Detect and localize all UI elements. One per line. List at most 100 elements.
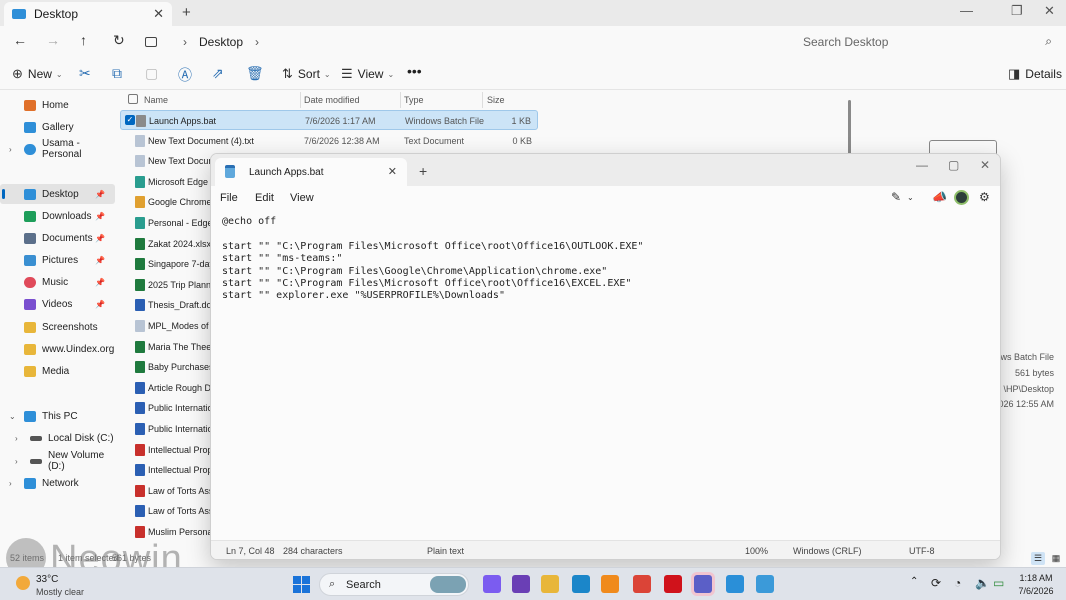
copilot-rewrite-icon[interactable]: ✎ — [891, 190, 901, 204]
restore-button[interactable]: ❐ — [1011, 3, 1023, 19]
chevron-down-icon[interactable]: ⌄ — [907, 193, 914, 202]
new-button[interactable]: ⊕ New ⌄ — [12, 66, 63, 82]
column-size[interactable]: Size — [487, 95, 505, 105]
avatar[interactable] — [954, 190, 969, 205]
view-button[interactable]: ☰ View ⌄ — [341, 66, 394, 82]
volume-icon[interactable]: 🔈 — [975, 576, 990, 590]
weather-widget[interactable]: 33°C Mostly clear — [16, 572, 96, 598]
paste-icon[interactable]: ▢ — [145, 65, 158, 82]
search-input[interactable]: Search Desktop ⌕ — [795, 30, 1060, 54]
file-name: Intellectual Prope — [148, 465, 218, 476]
chevron-right-icon[interactable]: › — [9, 145, 12, 154]
start-button[interactable] — [293, 576, 310, 593]
file-explorer-icon[interactable] — [541, 575, 559, 593]
forward-icon[interactable]: → — [46, 32, 60, 48]
sidebar-item-label: Documents — [42, 232, 93, 244]
back-icon[interactable]: ← — [13, 32, 27, 48]
copy-icon[interactable]: ⧉ — [112, 65, 122, 82]
column-divider[interactable] — [482, 92, 483, 108]
breadcrumb-desktop[interactable]: Desktop — [199, 35, 243, 49]
new-tab-button[interactable]: + — [419, 163, 427, 179]
sync-icon[interactable]: ⟳ — [931, 576, 941, 590]
minimize-button[interactable]: — — [960, 3, 973, 18]
zoom-level[interactable]: 100% — [745, 546, 768, 556]
sort-button[interactable]: ⇅ Sort ⌄ — [282, 66, 331, 82]
battery-icon[interactable]: ▭ — [993, 576, 1004, 590]
menu-view[interactable]: View — [290, 192, 314, 204]
new-tab-button[interactable]: + — [182, 4, 191, 21]
delete-icon[interactable]: 🗑 — [246, 65, 264, 82]
breadcrumb[interactable]: › Desktop › — [145, 31, 271, 53]
column-type[interactable]: Type — [404, 95, 424, 105]
sidebar-item-onedrive[interactable]: › Usama - Personal — [0, 138, 115, 160]
taskbar-search[interactable]: ⌕ Search — [319, 573, 469, 596]
chevron-right-icon[interactable]: › — [9, 479, 12, 488]
close-window-button[interactable]: ✕ — [980, 158, 990, 172]
netflix-icon[interactable] — [664, 575, 682, 593]
column-date[interactable]: Date modified — [304, 95, 360, 105]
copilot-icon[interactable] — [483, 575, 501, 593]
line-ending[interactable]: Windows (CRLF) — [793, 546, 862, 556]
photos-icon[interactable] — [572, 575, 590, 593]
tab-desktop[interactable]: Desktop ✕ — [4, 2, 172, 26]
menu-file[interactable]: File — [220, 192, 238, 204]
clock[interactable]: 1:18 AM 7/6/2026 — [1012, 572, 1060, 598]
sidebar-item-videos[interactable]: Videos 📌 — [0, 294, 115, 314]
sidebar-item-documents[interactable]: Documents 📌 — [0, 228, 115, 248]
column-name[interactable]: Name — [144, 95, 168, 105]
minimize-button[interactable]: — — [916, 158, 928, 172]
chevron-right-icon[interactable]: › — [15, 457, 18, 466]
chevron-up-icon[interactable]: ⌃ — [910, 576, 918, 587]
maximize-button[interactable]: ▢ — [948, 158, 959, 172]
megaphone-icon[interactable]: 📣 — [932, 190, 947, 204]
sidebar-item-music[interactable]: Music 📌 — [0, 272, 115, 292]
sidebar-item-media[interactable]: Media — [0, 361, 115, 381]
sidebar-item-pictures[interactable]: Pictures 📌 — [0, 250, 115, 270]
close-tab-icon[interactable]: ✕ — [153, 6, 164, 22]
column-divider[interactable] — [400, 92, 401, 108]
sidebar-item-home[interactable]: Home — [0, 95, 115, 115]
file-icon — [135, 361, 145, 374]
browser-icon[interactable] — [512, 575, 530, 593]
tiles-view-icon[interactable]: ▦ — [1049, 552, 1063, 565]
sidebar-item-gallery[interactable]: Gallery — [0, 117, 115, 137]
details-button[interactable]: ◨ Details — [1008, 66, 1062, 82]
more-options-icon[interactable]: ••• — [407, 63, 422, 79]
teams-icon[interactable] — [694, 575, 712, 593]
sidebar-item-desktop[interactable]: Desktop 📌 — [0, 184, 115, 204]
rename-icon[interactable]: Ⓐ — [178, 65, 192, 85]
sidebar-item-screenshots[interactable]: Screenshots — [0, 317, 115, 337]
file-row[interactable]: ✓ Launch Apps.bat 7/6/2026 1:17 AM Windows … — [120, 110, 538, 130]
select-all-checkbox[interactable] — [128, 94, 138, 104]
close-window-button[interactable]: ✕ — [1044, 3, 1055, 19]
vlc-icon[interactable] — [601, 575, 619, 593]
row-checkbox[interactable]: ✓ — [125, 115, 135, 125]
sidebar-item-local-disk[interactable]: › Local Disk (C:) — [0, 428, 115, 448]
wifi-icon[interactable]: ◔ — [954, 576, 961, 590]
cut-icon[interactable]: ✂ — [79, 65, 91, 82]
details-view-icon[interactable]: ☰ — [1031, 552, 1045, 565]
snipping-tool-icon[interactable] — [726, 575, 744, 593]
chrome-icon[interactable] — [633, 575, 651, 593]
sidebar-item-new-volume[interactable]: › New Volume (D:) — [0, 450, 115, 472]
sidebar-item-this-pc[interactable]: ⌄ This PC — [0, 406, 115, 426]
chevron-right-icon[interactable]: › — [255, 35, 259, 49]
menu-edit[interactable]: Edit — [255, 192, 274, 204]
chevron-down-icon[interactable]: ⌄ — [9, 412, 16, 421]
file-name: Personal - Edge — [148, 218, 213, 228]
up-icon[interactable]: ↑ — [80, 32, 87, 48]
column-divider[interactable] — [300, 92, 301, 108]
sidebar-item-uindex[interactable]: www.Uindex.org — [0, 339, 115, 359]
sidebar-item-network[interactable]: › Network — [0, 473, 115, 493]
notepad-icon[interactable] — [756, 575, 774, 593]
sidebar-item-downloads[interactable]: Downloads 📌 — [0, 206, 115, 226]
chevron-right-icon[interactable]: › — [15, 434, 18, 443]
notepad-tab[interactable]: Launch Apps.bat ✕ — [215, 158, 407, 186]
refresh-icon[interactable]: ↻ — [113, 32, 125, 49]
file-row[interactable]: New Text Document (4).txt 7/6/2026 12:38 … — [120, 131, 538, 151]
notepad-editor[interactable]: @echo off start "" "C:\Program Files\Mic… — [211, 210, 1000, 540]
share-icon[interactable]: ⇗ — [212, 65, 224, 82]
encoding[interactable]: UTF-8 — [909, 546, 935, 556]
gear-icon[interactable]: ⚙ — [979, 190, 990, 204]
close-tab-icon[interactable]: ✕ — [388, 165, 397, 178]
